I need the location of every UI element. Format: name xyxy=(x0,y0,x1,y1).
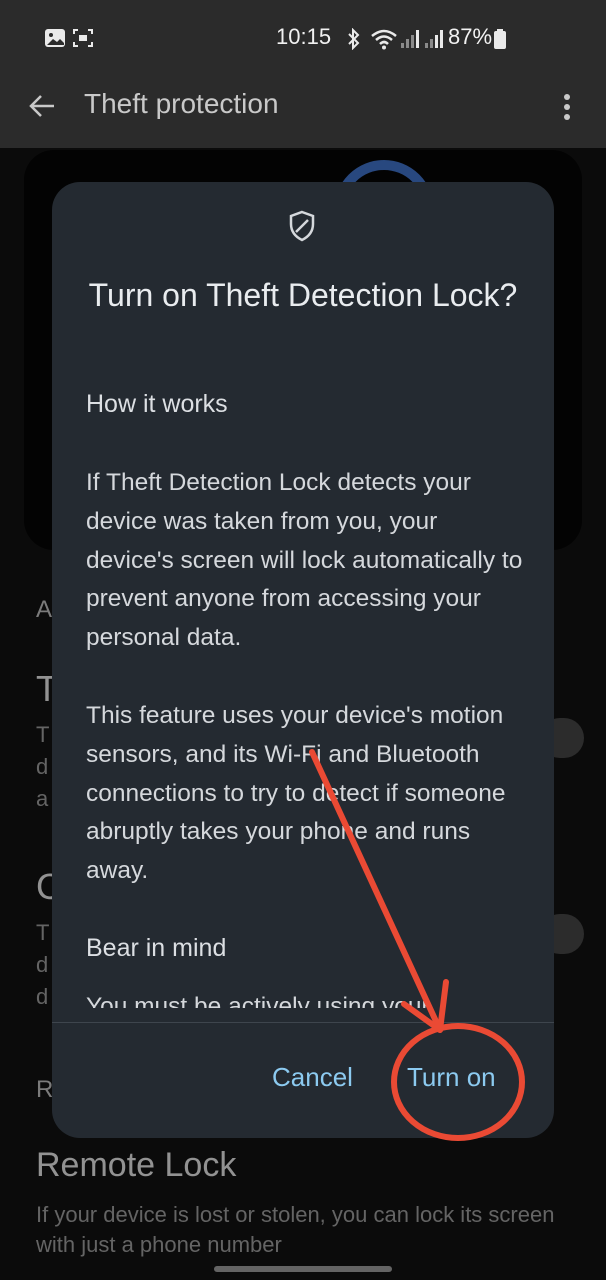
annotation-arrow xyxy=(309,749,443,1033)
annotation-arrowhead xyxy=(401,979,449,1033)
annotation-circle xyxy=(391,1023,525,1141)
annotation-overlay xyxy=(309,749,525,1141)
